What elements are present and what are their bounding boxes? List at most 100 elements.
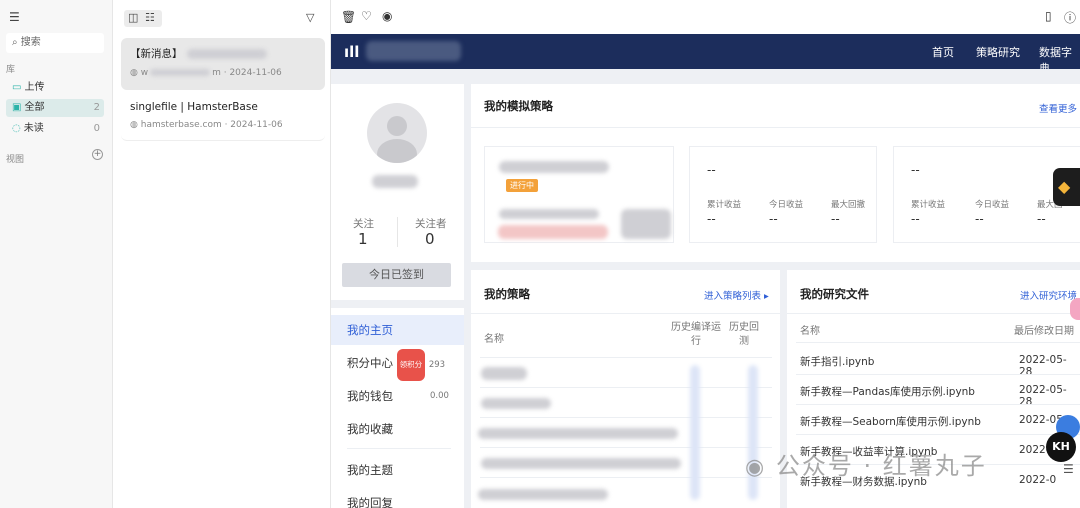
metric-label: 今日收益	[769, 200, 804, 210]
kh-avatar-icon[interactable]: KH	[1046, 432, 1076, 462]
file-name-link[interactable]: 新手教程—Seaborn库使用示例.ipynb	[800, 414, 981, 429]
heart-icon[interactable]: ♡	[361, 9, 372, 23]
library-section-label: 库	[6, 65, 16, 75]
split-view-icon[interactable]: ◫	[128, 11, 138, 24]
sign-in-button[interactable]: 今日已签到	[342, 263, 451, 287]
table-row[interactable]	[481, 367, 527, 380]
sidebar-item-all[interactable]: ▣ 全部 2	[6, 99, 104, 117]
panel-icon[interactable]: ▯	[1045, 9, 1052, 23]
unread-icon: ◌	[12, 123, 21, 134]
section-title: 我的模拟策略	[484, 99, 553, 113]
filter-icon[interactable]: ▽	[306, 11, 314, 24]
strategy-card[interactable]: -- 累计收益 -- 今日收益 -- 最大回 --	[893, 146, 1080, 243]
inbox-icon: ▣	[12, 102, 22, 113]
section-title: 我的策略	[484, 287, 530, 301]
floating-pink-tab[interactable]	[1070, 298, 1080, 320]
blurred-logo-text	[366, 41, 461, 61]
column-header: 名称	[800, 326, 820, 337]
metric-label: 今日收益	[975, 200, 1010, 210]
follow-label: 关注	[353, 218, 374, 230]
sidebar-item-upload[interactable]: ▭ 上传	[6, 79, 104, 97]
file-date: 2022-	[1019, 444, 1050, 456]
site-logo[interactable]: ıll	[344, 43, 359, 61]
blurred-text	[186, 49, 267, 59]
blurred-text	[498, 225, 608, 239]
floating-logo-widget[interactable]: ◆	[1053, 168, 1080, 206]
metric-value: --	[911, 212, 920, 226]
strategy-card[interactable]: -- 累计收益 -- 今日收益 -- 最大回撤 --	[689, 146, 877, 243]
blurred-text	[499, 161, 609, 173]
bird-logo-icon: ◆	[1058, 177, 1071, 196]
menu-lines-icon[interactable]: ☰	[1063, 462, 1074, 476]
view-more-link[interactable]: 查看更多	[1039, 101, 1077, 115]
menu-my-favorites[interactable]: 我的收藏	[331, 414, 464, 444]
menu-my-replies[interactable]: 我的回复	[331, 488, 464, 508]
divider	[397, 217, 398, 247]
chevron-right-icon: ▸	[764, 291, 769, 302]
avatar[interactable]	[367, 103, 427, 163]
search-input[interactable]: ⌕ 搜索	[6, 33, 104, 53]
follow-count[interactable]: 1	[358, 230, 368, 248]
globe-icon: ◍	[130, 120, 138, 130]
menu-my-topics[interactable]: 我的主题	[331, 455, 464, 485]
followers-label: 关注者	[415, 218, 447, 230]
menu-points-center[interactable]: 积分中心 领积分 293	[331, 348, 464, 381]
item-title: 【新消息】	[130, 48, 183, 60]
section-title: 我的研究文件	[800, 287, 869, 301]
info-icon[interactable]: ⓘ	[1064, 9, 1076, 26]
table-row[interactable]	[478, 428, 678, 439]
blurred-text	[499, 209, 599, 219]
column-header: 最后修改日期	[1014, 326, 1074, 337]
menu-my-home[interactable]: 我的主页	[331, 315, 464, 345]
file-name-link[interactable]: 新手教程—Pandas库使用示例.ipynb	[800, 384, 975, 399]
upload-icon: ▭	[12, 82, 22, 93]
column-header: 历史编译运行	[671, 322, 721, 347]
blurred-text	[621, 209, 671, 239]
add-view-icon[interactable]: +	[92, 149, 103, 160]
metric-label: 累计收益	[707, 200, 742, 210]
running-tag: 进行中	[506, 179, 538, 192]
metric-value: --	[1037, 212, 1046, 226]
metric-value: --	[831, 212, 840, 226]
nav-strategy-research[interactable]: 策略研究	[976, 44, 1020, 60]
my-strategies-panel	[471, 270, 780, 508]
list-item[interactable]: singlefile | HamsterBase ◍ hamsterbase.c…	[121, 93, 325, 141]
record-icon[interactable]: ◉	[382, 9, 392, 23]
claim-points-badge[interactable]: 领积分	[396, 349, 426, 381]
table-row[interactable]	[481, 458, 681, 469]
table-row[interactable]	[478, 489, 608, 500]
metric-value: --	[707, 212, 716, 226]
blurred-column	[690, 365, 700, 500]
research-env-link[interactable]: 进入研究环境	[1020, 288, 1077, 302]
strategy-list-link[interactable]: 进入策略列表 ▸	[704, 288, 769, 302]
strategy-card[interactable]: 进行中	[484, 146, 674, 243]
layout-toggle[interactable]: ◫ ☷	[124, 10, 162, 27]
watermark: ◉ 公众号 · 红薯丸子	[745, 452, 987, 480]
filter-settings-icon[interactable]: ☰	[9, 10, 20, 24]
nav-home[interactable]: 首页	[932, 44, 954, 60]
wallet-value: 0.00	[430, 391, 449, 401]
divider	[471, 127, 1080, 128]
divider	[471, 313, 780, 314]
sidebar: ☰ ⌕ 搜索 库 ▭ 上传 ▣ 全部 2 ◌ 未读 0 视图 +	[0, 0, 113, 508]
list-item[interactable]: 【新消息】 ◍ wm · 2024-11-06	[121, 38, 325, 90]
file-name-link[interactable]: 新手指引.ipynb	[800, 354, 874, 369]
menu-my-wallet[interactable]: 我的钱包 0.00	[331, 381, 464, 411]
followers-count[interactable]: 0	[425, 230, 435, 248]
sidebar-item-unread[interactable]: ◌ 未读 0	[6, 120, 104, 138]
divider	[347, 448, 451, 449]
trash-icon[interactable]: 🗑	[341, 10, 356, 24]
reader-toolbar: 🗑 ♡ ◉ ▯ ⓘ	[331, 0, 1080, 34]
blurred-username	[372, 175, 418, 188]
article-list: ◫ ☷ ▽ 【新消息】 ◍ wm · 2024-11-06 singlefile…	[113, 0, 331, 508]
count-badge: 0	[93, 123, 100, 134]
views-section-label: 视图	[6, 155, 25, 165]
table-row[interactable]	[481, 398, 551, 409]
file-date: 2022-0	[1019, 474, 1057, 486]
metric-value: --	[769, 212, 778, 226]
item-title: singlefile | HamsterBase	[130, 101, 258, 113]
wechat-icon: ◉	[745, 455, 767, 480]
metric-value: --	[975, 212, 984, 226]
search-placeholder: 搜索	[20, 37, 41, 48]
list-view-icon[interactable]: ☷	[145, 11, 155, 24]
